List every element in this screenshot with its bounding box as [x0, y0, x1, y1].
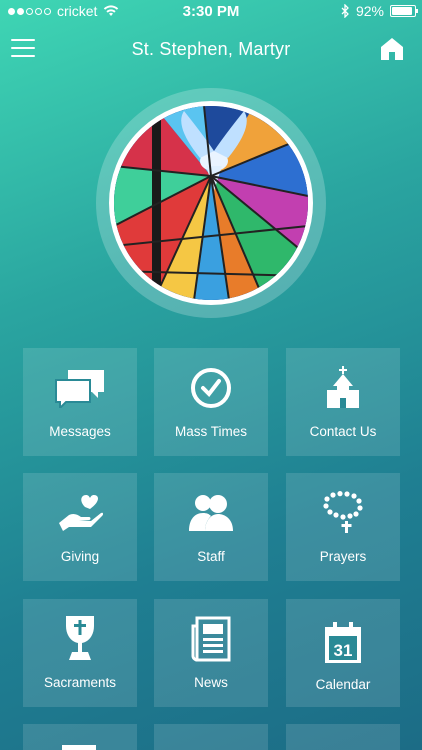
clock-icon: [191, 368, 231, 408]
tile-giving[interactable]: Giving: [23, 473, 137, 581]
rosary-icon: [323, 491, 363, 533]
nav-bar: St. Stephen, Martyr: [0, 30, 422, 70]
tile-label: Mass Times: [174, 424, 247, 439]
tile-label: Contact Us: [309, 424, 377, 439]
tile-partial-1[interactable]: [23, 724, 137, 750]
tile-news[interactable]: News: [154, 599, 268, 707]
tile-label: Messages: [49, 424, 111, 439]
tile-label: News: [194, 675, 228, 690]
tile-label: Prayers: [319, 549, 367, 564]
chat-bubbles-icon: [55, 370, 104, 408]
calendar-icon: 31: [325, 622, 361, 663]
partial-icon: [62, 745, 96, 750]
newspaper-icon: [191, 616, 231, 662]
tile-partial-2[interactable]: [154, 724, 268, 750]
tile-staff[interactable]: Staff: [154, 473, 268, 581]
people-icon: [189, 495, 233, 531]
tile-label: Calendar: [315, 677, 371, 692]
tile-label: Sacraments: [43, 675, 117, 690]
page-title: St. Stephen, Martyr: [131, 39, 291, 59]
battery-icon: [390, 5, 418, 17]
tile-partial-3[interactable]: [286, 724, 400, 750]
tile-calendar[interactable]: 31 Calendar: [286, 599, 400, 707]
tile-contact-us[interactable]: Contact Us: [286, 348, 400, 456]
hand-heart-icon: [59, 495, 103, 531]
tile-label: Giving: [60, 549, 100, 564]
tile-messages[interactable]: Messages: [23, 348, 137, 456]
tile-label: Staff: [197, 549, 225, 564]
tile-sacraments[interactable]: Sacraments: [23, 599, 137, 707]
battery-level: [392, 7, 413, 15]
chalice-icon: [66, 616, 94, 660]
tile-prayers[interactable]: Prayers: [286, 473, 400, 581]
status-right: 92%: [341, 3, 418, 19]
calendar-day: 31: [334, 641, 353, 660]
home-icon[interactable]: [380, 37, 404, 61]
church-icon: [327, 366, 359, 408]
tile-mass-times[interactable]: Mass Times: [154, 348, 268, 456]
status-bar: cricket 3:30 PM 92%: [0, 0, 422, 24]
bluetooth-icon: [341, 4, 349, 18]
stained-glass-image: [109, 101, 313, 305]
battery-percent: 92%: [355, 3, 384, 19]
